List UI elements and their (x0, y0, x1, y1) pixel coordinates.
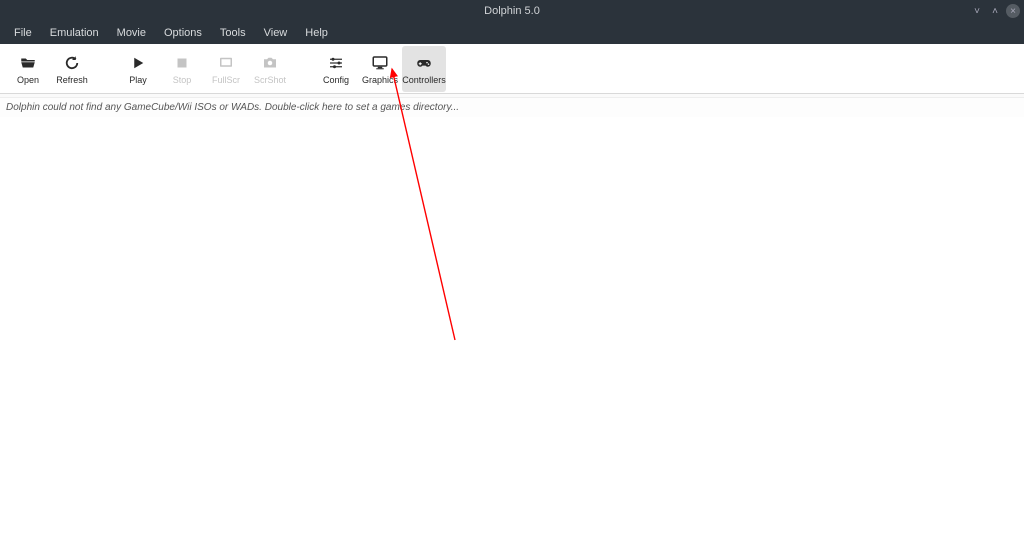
fullscreen-label: FullScr (212, 75, 240, 85)
sliders-icon (325, 53, 347, 73)
window-maximize-icon[interactable]: ˄ (988, 4, 1002, 18)
config-button[interactable]: Config (314, 46, 358, 92)
folder-open-icon (17, 53, 39, 73)
window-close-icon[interactable]: × (1006, 4, 1020, 18)
camera-icon (259, 53, 281, 73)
open-label: Open (17, 75, 39, 85)
menu-options[interactable]: Options (156, 25, 210, 41)
menu-view[interactable]: View (256, 25, 296, 41)
controllers-label: Controllers (402, 75, 446, 85)
refresh-label: Refresh (56, 75, 88, 85)
stop-label: Stop (173, 75, 192, 85)
toolbar: Open Refresh Play Stop FullScr ScrShot (0, 44, 1024, 94)
window-minimize-icon[interactable]: ˅ (970, 4, 984, 18)
stop-button: Stop (160, 46, 204, 92)
menu-help[interactable]: Help (297, 25, 336, 41)
titlebar: Dolphin 5.0 ˅ ˄ × (0, 0, 1024, 22)
game-list-area[interactable]: Dolphin could not find any GameCube/Wii … (0, 94, 1024, 554)
window-title: Dolphin 5.0 (484, 5, 540, 17)
window-controls: ˅ ˄ × (970, 0, 1020, 22)
controllers-button[interactable]: Controllers (402, 46, 446, 92)
config-label: Config (323, 75, 349, 85)
fullscreen-button: FullScr (204, 46, 248, 92)
play-icon (127, 53, 149, 73)
menu-file[interactable]: File (6, 25, 40, 41)
graphics-label: Graphics (362, 75, 398, 85)
screenshot-button: ScrShot (248, 46, 292, 92)
monitor-icon (369, 53, 391, 73)
graphics-button[interactable]: Graphics (358, 46, 402, 92)
menu-movie[interactable]: Movie (109, 25, 154, 41)
screenshot-label: ScrShot (254, 75, 286, 85)
empty-games-message: Dolphin could not find any GameCube/Wii … (0, 98, 1024, 117)
refresh-icon (61, 53, 83, 73)
gamepad-icon (413, 53, 435, 73)
play-button[interactable]: Play (116, 46, 160, 92)
menu-tools[interactable]: Tools (212, 25, 254, 41)
refresh-button[interactable]: Refresh (50, 46, 94, 92)
play-label: Play (129, 75, 147, 85)
menu-emulation[interactable]: Emulation (42, 25, 107, 41)
menubar: File Emulation Movie Options Tools View … (0, 22, 1024, 44)
open-button[interactable]: Open (6, 46, 50, 92)
stop-icon (171, 53, 193, 73)
fullscreen-icon (215, 53, 237, 73)
